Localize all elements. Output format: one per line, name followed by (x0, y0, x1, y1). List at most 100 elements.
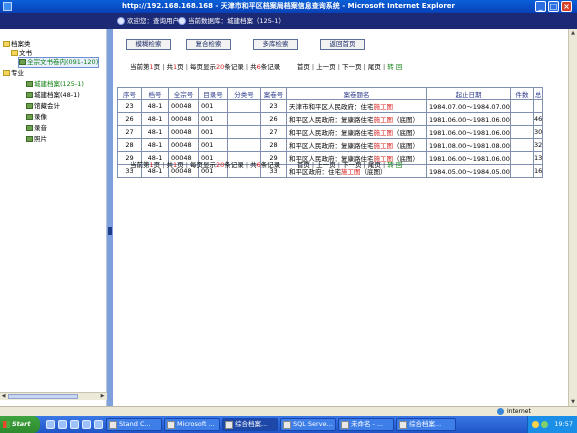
cell-z: 16 (532, 164, 544, 178)
cell-aj: 28 (260, 138, 287, 152)
app-icon (109, 421, 117, 429)
tray-network-icon[interactable] (532, 421, 539, 428)
tree-item-0[interactable]: 城建档案(125-1) (26, 80, 84, 89)
back-home-button[interactable]: 返回首页 (320, 39, 365, 50)
compound-search-button[interactable]: 复合检索 (186, 39, 231, 50)
title-highlight[interactable]: 施工图 (374, 142, 394, 150)
task-button[interactable]: 未命名 - ... (338, 418, 394, 431)
col-header[interactable]: 件数 (509, 87, 534, 100)
scroll-down-icon[interactable]: ▼ (569, 398, 577, 406)
quicklaunch-media-icon[interactable] (82, 420, 91, 429)
col-header[interactable]: 起止日期 (426, 87, 511, 100)
reset-page-link[interactable]: 回 (396, 63, 403, 71)
scroll-right-icon[interactable]: ▶ (99, 393, 106, 400)
first-page-link[interactable]: 首页 (297, 161, 310, 169)
title-suffix[interactable]: （底图） (393, 142, 419, 150)
user-icon (117, 17, 125, 25)
tree-item-2[interactable]: 馆藏会计 (26, 102, 60, 111)
cell-js (509, 125, 534, 139)
book-icon (26, 92, 33, 98)
tree-item-1[interactable]: 城建档案(48-1) (26, 91, 80, 100)
last-page-link[interactable]: 尾页 (368, 161, 381, 169)
tree-node-zhuanye[interactable]: 专业 (3, 69, 24, 78)
prev-page-link[interactable]: 上一页 (316, 63, 336, 71)
tree-node-wenshu[interactable]: 文书 (11, 49, 32, 58)
title-text[interactable]: 天津市和平区人民政府：住宅 (289, 103, 374, 111)
scroll-up-icon[interactable]: ▲ (569, 29, 577, 37)
quicklaunch-app-icon[interactable] (94, 420, 103, 429)
col-header[interactable]: 分类号 (227, 87, 261, 100)
main-vertical-scrollbar[interactable]: ▲ ▼ (568, 29, 577, 406)
title-text[interactable]: 和平区人民政府：复康路住宅 (289, 129, 374, 137)
tree-item-3[interactable]: 录像 (26, 113, 47, 122)
first-page-link[interactable]: 首页 (297, 63, 310, 71)
app-icon (283, 421, 291, 429)
system-tray: 19:57 (527, 416, 577, 433)
task-button[interactable]: 综合档案... (396, 418, 456, 431)
book-icon (26, 125, 33, 131)
maximize-button[interactable]: □ (548, 1, 559, 12)
task-button[interactable]: SQL Serve... (280, 418, 336, 431)
title-highlight[interactable]: 施工图 (374, 129, 394, 137)
window-titlebar: http://192.168.168.168 - 天津市和平区档案局档案信息查询… (0, 0, 577, 13)
cell-qz: 00048 (168, 112, 199, 126)
cell-ml: 001 (198, 112, 228, 126)
col-header[interactable]: 序号 (117, 87, 142, 100)
title-text[interactable]: 和平区人民政府：复康路住宅 (289, 142, 374, 150)
tree-item-5[interactable]: 照片 (26, 135, 47, 144)
tree-root[interactable]: 档案类 (3, 40, 31, 49)
multi-db-search-button[interactable]: 多库检索 (253, 39, 298, 50)
col-header[interactable]: 案卷号 (260, 87, 287, 100)
quicklaunch-ie-icon[interactable] (46, 420, 55, 429)
minimize-button[interactable]: _ (535, 1, 546, 12)
cell-js (509, 112, 534, 126)
quicklaunch-desktop-icon[interactable] (58, 420, 67, 429)
col-header[interactable]: 目录号 (198, 87, 228, 100)
prev-page-link[interactable]: 上一页 (316, 161, 336, 169)
scroll-thumb[interactable] (8, 394, 78, 399)
title-text[interactable]: 和平区人民政府：复康路住宅 (289, 116, 374, 124)
next-page-link[interactable]: 下一页 (342, 161, 362, 169)
table-row[interactable]: 28 48-1 00048 001 28 和平区人民政府：复康路住宅施工图（底图） 1981… (117, 138, 544, 152)
cell-z: 13 (532, 151, 544, 165)
col-header[interactable]: 案卷题名 (286, 87, 427, 100)
cell-qz: 00048 (168, 125, 199, 139)
table-row[interactable]: 26 48-1 00048 001 26 和平区人民政府：复康路住宅施工图（底图） 1981… (117, 112, 544, 126)
title-suffix[interactable]: （底图） (393, 129, 419, 137)
cell-dh: 48-1 (141, 125, 169, 139)
start-button[interactable]: Start (0, 416, 40, 433)
close-button[interactable]: × (561, 1, 572, 12)
splitter-grip-icon[interactable] (108, 227, 112, 235)
col-header[interactable]: 档号 (141, 87, 169, 100)
task-button-active[interactable]: 综合档案... (222, 418, 278, 431)
tree-horizontal-scrollbar[interactable]: ◀ ▶ (0, 392, 107, 400)
col-header[interactable]: 总 (532, 87, 544, 100)
cell-aj: 23 (260, 99, 287, 113)
windows-logo-icon (3, 421, 10, 428)
task-button[interactable]: Stand C... (106, 418, 162, 431)
cell-seq: 28 (117, 138, 142, 152)
go-page-link[interactable]: 转 (387, 161, 394, 169)
title-suffix[interactable]: （底图） (393, 116, 419, 124)
title-highlight[interactable]: 施工图 (374, 116, 394, 124)
reset-page-link[interactable]: 回 (396, 161, 403, 169)
browser-status-bar: Internet (0, 406, 577, 416)
table-row[interactable]: 23 48-1 00048 001 23 天津市和平区人民政府：住宅施工图 1984.07.… (117, 99, 544, 113)
go-page-link[interactable]: 转 (387, 63, 394, 71)
scroll-left-icon[interactable]: ◀ (0, 393, 7, 400)
fuzzy-search-button[interactable]: 模糊检索 (126, 39, 171, 50)
last-page-link[interactable]: 尾页 (368, 63, 381, 71)
main-content: 模糊检索 复合检索 多库检索 返回首页 当前第1页 | 共1页 | 每页显示20… (113, 29, 568, 406)
app-icon (225, 421, 233, 429)
tree-node-wenshu-child[interactable]: 全宗文书卷内(091-120) (17, 57, 100, 68)
quicklaunch-outlook-icon[interactable] (70, 420, 79, 429)
title-highlight[interactable]: 施工图 (374, 103, 394, 111)
cell-js (509, 151, 534, 165)
next-page-link[interactable]: 下一页 (342, 63, 362, 71)
table-row[interactable]: 27 48-1 00048 001 27 和平区人民政府：复康路住宅施工图（底图） 1981… (117, 125, 544, 139)
clock: 19:57 (554, 420, 573, 428)
tree-item-4[interactable]: 录音 (26, 124, 47, 133)
tray-volume-icon[interactable] (541, 421, 548, 428)
col-header[interactable]: 全宗号 (168, 87, 199, 100)
task-button[interactable]: Microsoft ... (164, 418, 220, 431)
